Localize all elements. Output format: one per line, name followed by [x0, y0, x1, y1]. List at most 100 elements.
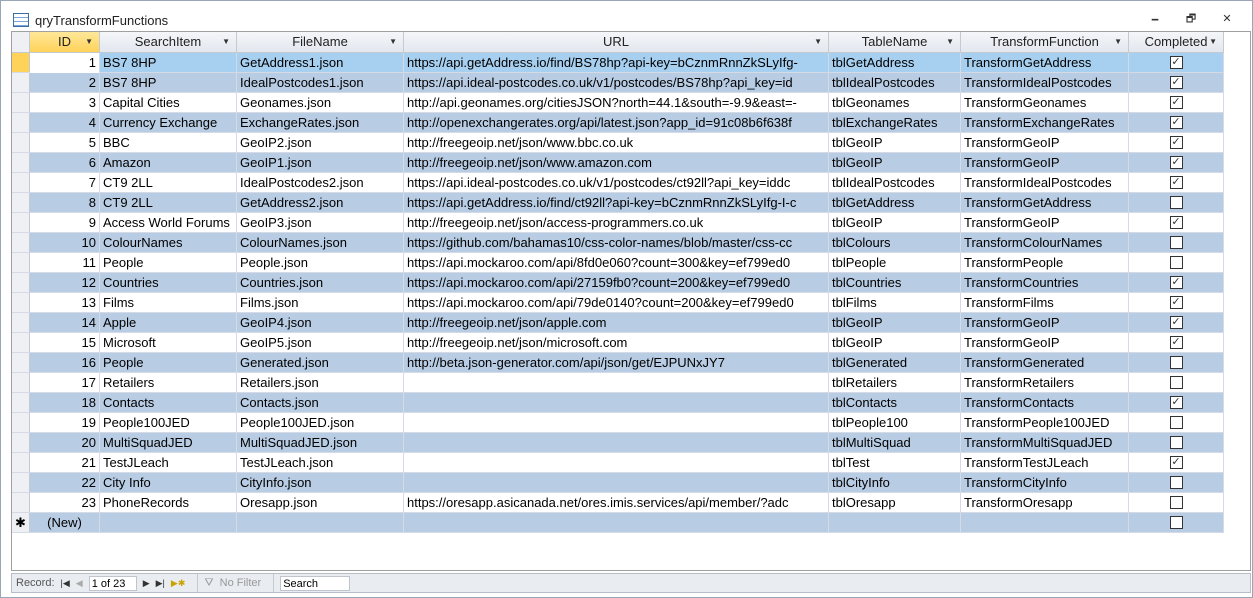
cell-url[interactable]: https://api.mockaroo.com/api/8fd0e060?co…	[404, 253, 829, 273]
cell-file-name[interactable]: CityInfo.json	[237, 473, 404, 493]
cell-file-name[interactable]: People100JED.json	[237, 413, 404, 433]
cell-file-name[interactable]: Geonames.json	[237, 93, 404, 113]
cell-file-name[interactable]: MultiSquadJED.json	[237, 433, 404, 453]
cell-completed[interactable]: ✓	[1129, 93, 1224, 113]
cell-url[interactable]: https://api.getAddress.io/find/BS78hp?ap…	[404, 53, 829, 73]
completed-checkbox[interactable]: ✓	[1169, 96, 1183, 110]
cell-search-item[interactable]: CT9 2LL	[100, 193, 237, 213]
cell-completed[interactable]: ✓	[1129, 333, 1224, 353]
cell-url[interactable]	[404, 373, 829, 393]
completed-checkbox[interactable]: ✓	[1169, 276, 1183, 290]
cell-completed[interactable]	[1129, 373, 1224, 393]
table-row[interactable]: 12 Countries Countries.json https://api.moc…	[12, 273, 1224, 293]
cell-completed[interactable]: ✓	[1129, 313, 1224, 333]
record-selector[interactable]	[12, 93, 30, 112]
cell-table-name[interactable]: tblColours	[829, 233, 961, 253]
cell-file-name[interactable]	[237, 513, 404, 533]
column-header-table-name[interactable]: TableName ▼	[829, 32, 961, 52]
table-row[interactable]: 20 MultiSquadJED MultiSquadJED.json tblMult…	[12, 433, 1224, 453]
cell-id[interactable]: 21	[30, 453, 100, 473]
cell-search-item[interactable]: Retailers	[100, 373, 237, 393]
cell-table-name[interactable]: tblRetailers	[829, 373, 961, 393]
cell-completed[interactable]: ✓	[1129, 453, 1224, 473]
table-row[interactable]: 11 People People.json https://api.mockaroo.…	[12, 253, 1224, 273]
column-header-id[interactable]: ID ▼	[30, 32, 100, 52]
cell-url[interactable]: https://api.getAddress.io/find/ct92ll?ap…	[404, 193, 829, 213]
cell-search-item[interactable]: ColourNames	[100, 233, 237, 253]
completed-checkbox[interactable]: ✓	[1169, 316, 1183, 330]
completed-checkbox[interactable]: ✓	[1169, 76, 1183, 90]
cell-file-name[interactable]: IdealPostcodes1.json	[237, 73, 404, 93]
cell-search-item[interactable]: CT9 2LL	[100, 173, 237, 193]
record-selector[interactable]	[12, 173, 30, 192]
completed-checkbox[interactable]: ✓	[1169, 136, 1183, 150]
cell-url[interactable]: http://freegeoip.net/json/www.bbc.co.uk	[404, 133, 829, 153]
sort-filter-dropdown-icon[interactable]: ▼	[814, 32, 822, 52]
table-row[interactable]: 22 City Info CityInfo.json tblCityInfo Trans…	[12, 473, 1224, 493]
record-selector[interactable]	[12, 313, 30, 332]
cell-completed[interactable]: ✓	[1129, 213, 1224, 233]
cell-id[interactable]: 3	[30, 93, 100, 113]
cell-completed[interactable]: ✓	[1129, 293, 1224, 313]
completed-checkbox[interactable]	[1169, 516, 1183, 530]
cell-url[interactable]: https://oresapp.asicanada.net/ores.imis.…	[404, 493, 829, 513]
cell-transform-function[interactable]: TransformGeoIP	[961, 333, 1129, 353]
cell-search-item[interactable]: Capital Cities	[100, 93, 237, 113]
cell-search-item[interactable]: BS7 8HP	[100, 53, 237, 73]
cell-url[interactable]: http://freegeoip.net/json/apple.com	[404, 313, 829, 333]
cell-search-item[interactable]: Contacts	[100, 393, 237, 413]
completed-checkbox[interactable]	[1169, 436, 1183, 450]
cell-id[interactable]: 13	[30, 293, 100, 313]
cell-url[interactable]	[404, 413, 829, 433]
cell-file-name[interactable]: Countries.json	[237, 273, 404, 293]
cell-completed[interactable]	[1129, 433, 1224, 453]
cell-completed[interactable]	[1129, 253, 1224, 273]
completed-checkbox[interactable]	[1169, 196, 1183, 210]
completed-checkbox[interactable]: ✓	[1169, 456, 1183, 470]
cell-url[interactable]: http://beta.json-generator.com/api/json/…	[404, 353, 829, 373]
record-selector[interactable]	[12, 213, 30, 232]
cell-table-name[interactable]: tblMultiSquad	[829, 433, 961, 453]
new-record-row[interactable]: ✱ (New)	[12, 513, 1224, 533]
cell-id[interactable]: (New)	[30, 513, 100, 533]
cell-search-item[interactable]: Access World Forums	[100, 213, 237, 233]
cell-id[interactable]: 6	[30, 153, 100, 173]
cell-id[interactable]: 14	[30, 313, 100, 333]
cell-file-name[interactable]: ColourNames.json	[237, 233, 404, 253]
cell-file-name[interactable]: GeoIP5.json	[237, 333, 404, 353]
cell-table-name[interactable]: tblGeoIP	[829, 213, 961, 233]
cell-url[interactable]	[404, 433, 829, 453]
record-selector[interactable]	[12, 253, 30, 272]
cell-id[interactable]: 2	[30, 73, 100, 93]
table-row[interactable]: 5 BBC GeoIP2.json http://freegeoip.net/json…	[12, 133, 1224, 153]
cell-table-name[interactable]: tblContacts	[829, 393, 961, 413]
cell-id[interactable]: 10	[30, 233, 100, 253]
table-row[interactable]: 9 Access World Forums GeoIP3.json http://fr…	[12, 213, 1224, 233]
cell-transform-function[interactable]: TransformCityInfo	[961, 473, 1129, 493]
sort-filter-dropdown-icon[interactable]: ▼	[85, 32, 93, 52]
cell-url[interactable]: https://api.mockaroo.com/api/79de0140?co…	[404, 293, 829, 313]
cell-table-name[interactable]	[829, 513, 961, 533]
completed-checkbox[interactable]: ✓	[1169, 396, 1183, 410]
cell-file-name[interactable]: GeoIP2.json	[237, 133, 404, 153]
cell-search-item[interactable]: TestJLeach	[100, 453, 237, 473]
record-selector[interactable]	[12, 73, 30, 92]
cell-transform-function[interactable]: TransformGeonames	[961, 93, 1129, 113]
current-record-field[interactable]: 1 of 23	[88, 575, 137, 591]
cell-table-name[interactable]: tblGenerated	[829, 353, 961, 373]
cell-table-name[interactable]: tblOresapp	[829, 493, 961, 513]
cell-file-name[interactable]: TestJLeach.json	[237, 453, 404, 473]
cell-file-name[interactable]: Films.json	[237, 293, 404, 313]
cell-completed[interactable]	[1129, 353, 1224, 373]
cell-search-item[interactable]: City Info	[100, 473, 237, 493]
cell-table-name[interactable]: tblTest	[829, 453, 961, 473]
cell-file-name[interactable]: GeoIP4.json	[237, 313, 404, 333]
completed-checkbox[interactable]: ✓	[1169, 336, 1183, 350]
cell-transform-function[interactable]: TransformGeoIP	[961, 133, 1129, 153]
record-selector[interactable]	[12, 453, 30, 472]
cell-url[interactable]: https://api.ideal-postcodes.co.uk/v1/pos…	[404, 173, 829, 193]
cell-id[interactable]: 9	[30, 213, 100, 233]
record-selector[interactable]	[12, 293, 30, 312]
cell-table-name[interactable]: tblIdealPostcodes	[829, 173, 961, 193]
cell-transform-function[interactable]: TransformGenerated	[961, 353, 1129, 373]
